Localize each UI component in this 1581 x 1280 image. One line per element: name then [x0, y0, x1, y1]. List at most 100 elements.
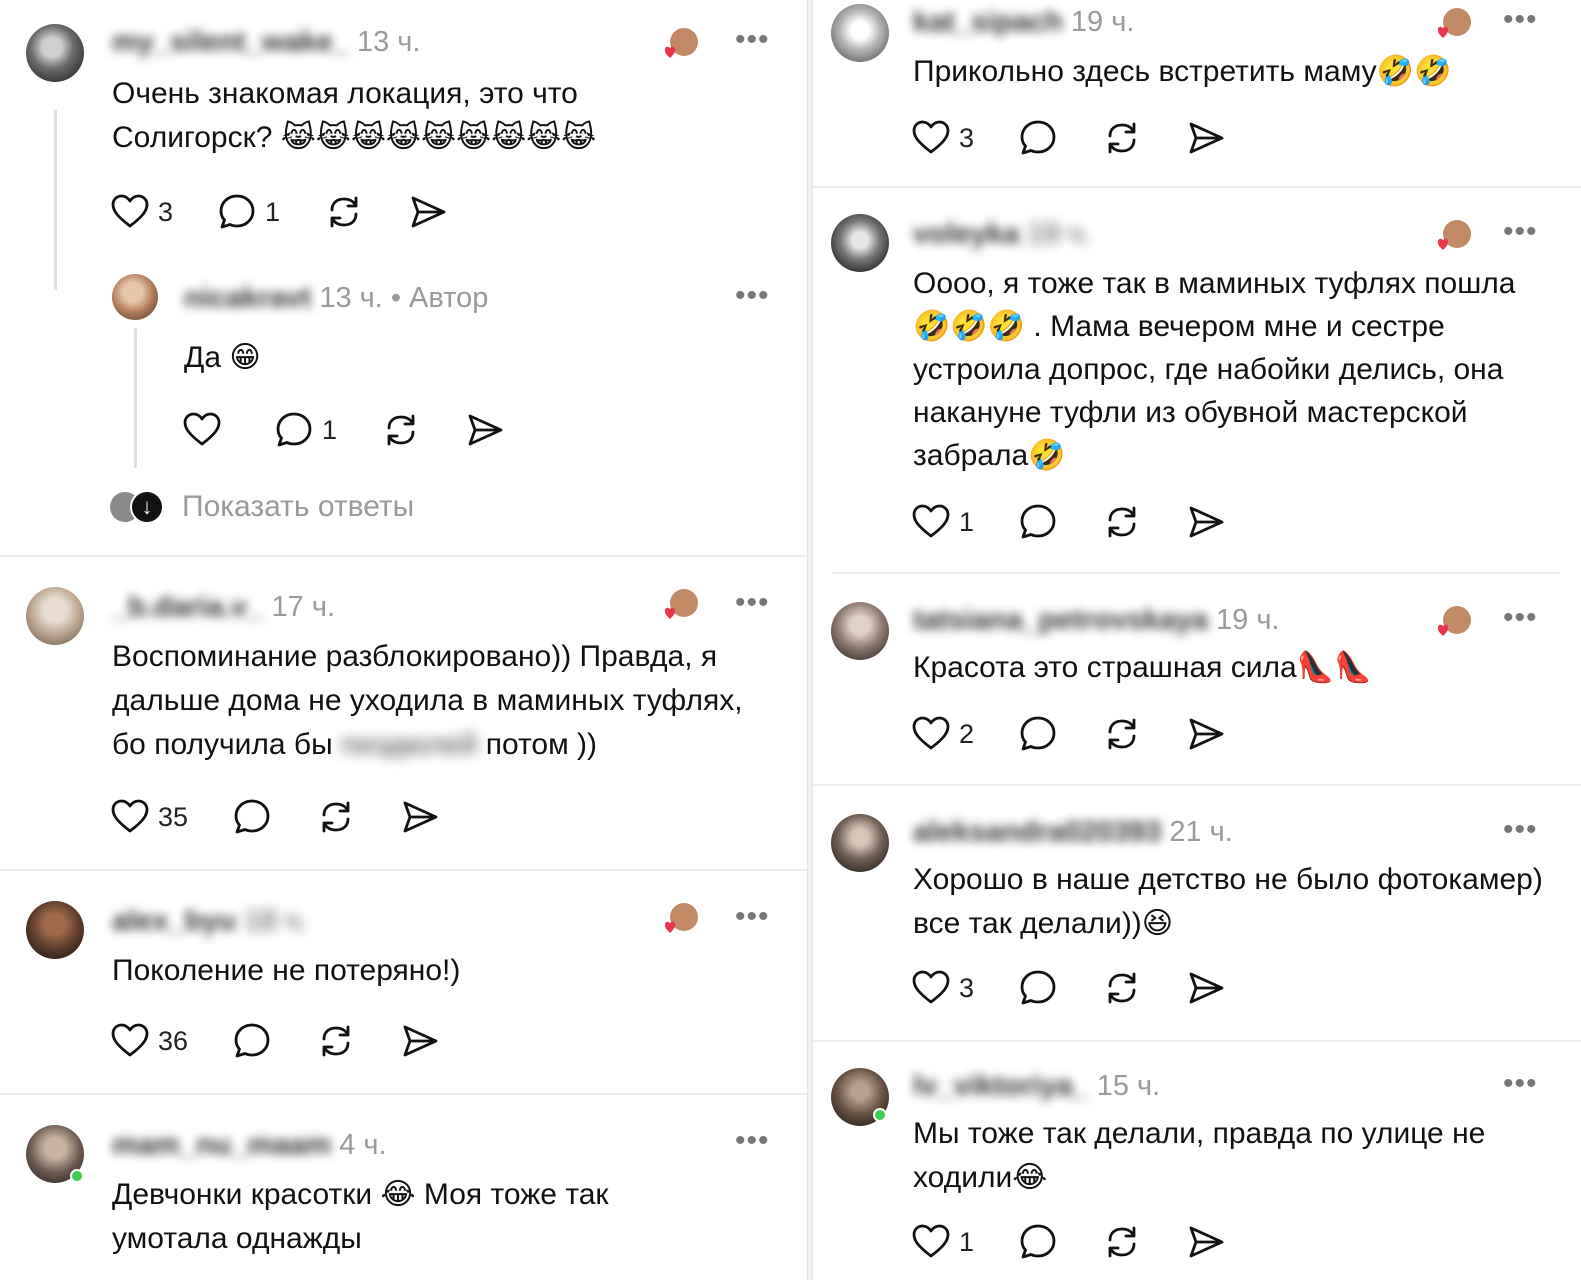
- send-icon: [411, 196, 446, 228]
- avatar[interactable]: [26, 901, 84, 959]
- comment-text-line: Мы тоже так делали, правда по улице не: [913, 1117, 1486, 1150]
- comment-text-line: забрала🤣: [913, 439, 1066, 472]
- comment-text-line: дальше дома не уходила в маминых туфлях,: [112, 684, 743, 717]
- comment-text: Девчонки красотки 😂 Моя тоже так умотала…: [112, 1173, 792, 1261]
- comment-bubble-icon: [1020, 1224, 1056, 1259]
- more-options-button[interactable]: •••: [735, 1126, 770, 1156]
- avatar[interactable]: [831, 214, 889, 272]
- comment-text-line: устроила допрос, где набойки делись, она: [913, 353, 1504, 386]
- more-options-button[interactable]: •••: [735, 588, 770, 618]
- more-options-button[interactable]: •••: [735, 902, 770, 932]
- like-button[interactable]: 1: [911, 502, 974, 542]
- like-button[interactable]: 2: [911, 714, 974, 754]
- reply-comment-button[interactable]: 1: [274, 410, 337, 450]
- like-button[interactable]: 1: [911, 1222, 974, 1262]
- repost-button[interactable]: [1102, 714, 1142, 754]
- avatar[interactable]: [831, 602, 889, 660]
- reply-share-button[interactable]: [465, 410, 505, 450]
- like-button[interactable]: 3: [911, 968, 974, 1008]
- more-options-button[interactable]: •••: [1503, 217, 1538, 247]
- repost-button[interactable]: [1102, 118, 1142, 158]
- username[interactable]: lv_viktoriya_: [913, 1070, 1089, 1103]
- like-button[interactable]: 35: [110, 797, 188, 837]
- share-button[interactable]: [1186, 714, 1226, 754]
- comment-text-line: Хорошо в наше детство не было фотокамер): [913, 863, 1543, 896]
- share-button[interactable]: [1186, 502, 1226, 542]
- left-column: my_silent_wake_ 13 ч. ••• Очень знакомая…: [0, 0, 807, 1280]
- repost-button[interactable]: [1102, 502, 1142, 542]
- more-options-button[interactable]: •••: [735, 25, 770, 55]
- avatar[interactable]: [26, 24, 84, 82]
- heart-icon: [111, 1023, 149, 1057]
- share-button[interactable]: [1186, 118, 1226, 158]
- comment-button[interactable]: [1018, 502, 1058, 542]
- like-button[interactable]: 3: [911, 118, 974, 158]
- comment-button[interactable]: [1018, 1222, 1058, 1262]
- username[interactable]: _b.daria.v_: [112, 591, 264, 624]
- avatar[interactable]: [831, 814, 889, 872]
- comment-text: Очень знакомая локация, это что Солигорс…: [112, 72, 792, 160]
- more-options-button[interactable]: •••: [1503, 603, 1538, 633]
- reply-username[interactable]: nicakravt: [184, 282, 311, 315]
- comment-text-line: все так делали))😆: [913, 907, 1174, 940]
- like-button[interactable]: 3: [110, 192, 173, 232]
- reply-timestamp: 13 ч.: [319, 282, 383, 314]
- like-button[interactable]: 36: [110, 1021, 188, 1061]
- reply-avatar[interactable]: [112, 274, 158, 320]
- repost-button[interactable]: [324, 192, 364, 232]
- author-liked-reaction-icon: [664, 589, 698, 619]
- online-status-indicator: [873, 1108, 887, 1122]
- username[interactable]: my_silent_wake_: [112, 26, 349, 59]
- reply-more-options-button[interactable]: •••: [735, 281, 770, 311]
- more-options-button[interactable]: •••: [1503, 815, 1538, 845]
- send-icon: [1189, 1226, 1224, 1258]
- comment-text: Поколение не потеряно!): [112, 949, 792, 993]
- blurred-word: пиздюлей: [340, 728, 478, 761]
- username[interactable]: tatsiana_petrovskaya: [913, 604, 1208, 637]
- avatar[interactable]: [831, 4, 889, 62]
- show-replies-button[interactable]: ↓ Показать ответы: [110, 490, 414, 524]
- comment-text-segment: потом )): [485, 728, 598, 761]
- comment-text-line: умотала однажды: [112, 1222, 362, 1255]
- share-button[interactable]: [1186, 968, 1226, 1008]
- repost-button[interactable]: [316, 797, 356, 837]
- share-button[interactable]: [1186, 1222, 1226, 1262]
- comment-text-line: Воспоминание разблокировано)) Правда, я: [112, 640, 718, 673]
- reply-like-button[interactable]: [182, 410, 222, 450]
- comment-bubble-icon: [1020, 504, 1056, 539]
- username[interactable]: mam_nu_maam: [112, 1129, 331, 1162]
- thread-connector: [54, 110, 57, 290]
- repost-button[interactable]: [1102, 1222, 1142, 1262]
- author-liked-reaction-icon: [1437, 606, 1471, 636]
- like-count: 1: [959, 506, 975, 537]
- username[interactable]: kat_sipach: [913, 6, 1063, 39]
- share-button[interactable]: [408, 192, 448, 232]
- username[interactable]: aleksandra020393: [913, 816, 1161, 849]
- more-options-button[interactable]: •••: [1503, 1069, 1538, 1099]
- comment-text: Хорошо в наше детство не было фотокамер)…: [913, 858, 1578, 946]
- comment-text: Воспоминание разблокировано)) Правда, я …: [112, 635, 802, 767]
- comment-button[interactable]: [232, 797, 272, 837]
- repost-icon: [387, 414, 415, 446]
- repost-button[interactable]: [1102, 968, 1142, 1008]
- comment-button[interactable]: [1018, 714, 1058, 754]
- comment-text-line: накануне туфли из обувной мастерской: [913, 396, 1468, 429]
- like-count: 35: [158, 801, 189, 832]
- avatar[interactable]: [26, 587, 84, 645]
- comment-button[interactable]: [1018, 968, 1058, 1008]
- comment-text-line: Красота это страшная сила👠👠: [913, 651, 1372, 684]
- comment-meta: tatsiana_petrovskaya 19 ч.: [913, 604, 1279, 637]
- comment-button[interactable]: [1018, 118, 1058, 158]
- more-options-button[interactable]: •••: [1503, 5, 1538, 35]
- comment-button[interactable]: 1: [217, 192, 280, 232]
- username[interactable]: voleyka: [913, 218, 1019, 251]
- comment-button[interactable]: [232, 1021, 272, 1061]
- share-button[interactable]: [400, 797, 440, 837]
- reply-repost-button[interactable]: [381, 410, 421, 450]
- author-liked-reaction-icon: [1437, 220, 1471, 250]
- action-bar: 3 1: [110, 192, 492, 232]
- share-button[interactable]: [400, 1021, 440, 1061]
- comment-bubble-icon: [1020, 120, 1056, 155]
- username[interactable]: alex_byu: [112, 905, 236, 938]
- repost-button[interactable]: [316, 1021, 356, 1061]
